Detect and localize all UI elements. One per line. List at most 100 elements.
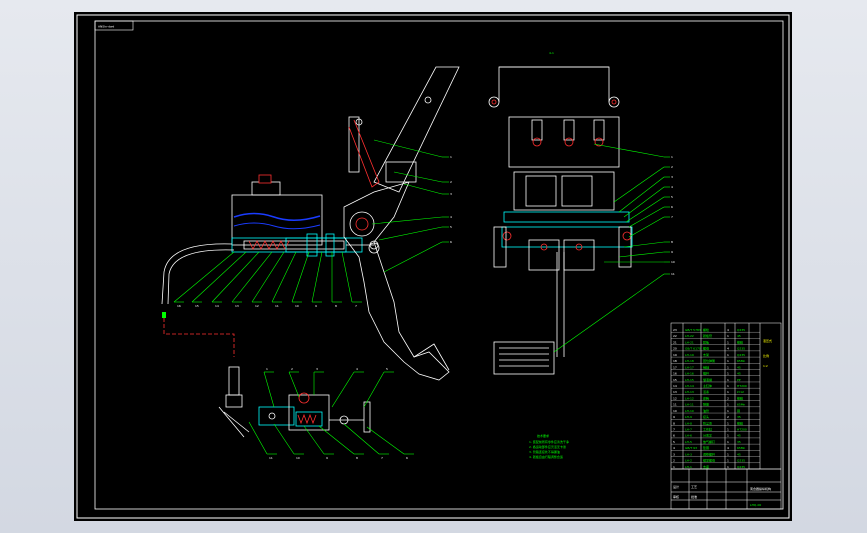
parts-table-rows: 23 GB/T 5783 螺栓 4 Q23522 LH-22 踏板臂 1 4521 LH-21 踏板… (671, 327, 760, 470)
master-cylinder (231, 174, 379, 257)
parts-cell: LH-7 (685, 427, 692, 431)
callout-right-9: 9 (671, 250, 673, 254)
callout-right-7: 7 (671, 215, 673, 219)
callout-pedal-2: 2 (450, 180, 452, 184)
side-label-1: 液压式 (763, 338, 772, 343)
title-block-cell-4: 批准 (691, 494, 697, 499)
parts-cell: 2 (727, 396, 729, 400)
parts-cell: 1 (727, 434, 729, 438)
parts-cell: 35 (737, 440, 741, 444)
parts-cell: LH-2 (685, 459, 692, 463)
parts-cell: 1 (727, 384, 729, 388)
parts-cell: 螺栓 (703, 327, 709, 332)
callout-leaders (173, 139, 670, 455)
callout-bottom-13: 13 (235, 304, 239, 308)
parts-cell: 20 (673, 347, 677, 351)
parts-cell: Q235 (737, 353, 745, 357)
parts-cell: 1 (727, 372, 729, 376)
parts-cell: 4 (727, 347, 729, 351)
parts-cell: 工作缸 (703, 426, 712, 431)
parts-cell: 45 (737, 365, 741, 369)
callout-right-2: 2 (671, 165, 673, 169)
parts-cell: 1 (727, 334, 729, 338)
callout-bottom-8: 8 (335, 304, 337, 308)
drawing-sheet[interactable]: ANSIn-dwd 4-1 1 2 3 4 5 6 7 8 9 10 11 1 … (74, 12, 792, 521)
parts-cell: GB/T 93 (685, 446, 697, 450)
parts-cell: 3 (673, 452, 675, 456)
parts-cell: LH-8 (685, 421, 692, 425)
parts-cell: 1 (727, 459, 729, 463)
parts-cell: 回位弹簧 (703, 358, 715, 363)
parts-cell: 1 (727, 409, 729, 413)
parts-cell: 螺母 (703, 346, 709, 351)
parts-cell: 21 (673, 340, 677, 344)
parts-cell: 1 (727, 427, 729, 431)
callout-bottom-16: 16 (177, 304, 181, 308)
cad-viewport[interactable]: ANSIn-dwd 4-1 1 2 3 4 5 6 7 8 9 10 11 1 … (0, 0, 867, 533)
parts-cell: 12 (673, 396, 677, 400)
callout-pedal-6: 6 (450, 240, 452, 244)
callout-lower-11: 11 (269, 456, 273, 460)
parts-cell: 弹簧 (703, 402, 709, 407)
parts-cell: GB/T 5783 (685, 328, 701, 332)
parts-cell: 17 (673, 365, 677, 369)
parts-cell: 1 (727, 340, 729, 344)
parts-cell: LH-18 (685, 359, 694, 363)
parts-cell: 1 (727, 465, 729, 469)
parts-cell: Q235 (737, 347, 745, 351)
parts-cell: LH-15 (685, 378, 694, 382)
parts-cell: LY12 (737, 390, 744, 394)
parts-cell: 45 (737, 434, 741, 438)
parts-cell: 橡胶 (737, 395, 743, 400)
parts-cell: LH-3 (685, 452, 692, 456)
parts-cell: 65Mn (737, 446, 745, 450)
parts-cell: 1 (673, 465, 675, 469)
parts-cell: Q235 (737, 465, 745, 469)
parts-cell: 45 (737, 372, 741, 376)
callout-lower-1: 1 (266, 367, 268, 371)
title-block-drawing-no: LHQ-00 (750, 503, 761, 507)
parts-cell: 5 (673, 440, 675, 444)
title-block-name: 离合器操纵机构 (750, 486, 771, 491)
parts-cell: 1 (727, 353, 729, 357)
parts-cell: 1 (727, 359, 729, 363)
callout-right-8: 8 (671, 240, 673, 244)
parts-cell: 储液罐 (703, 377, 712, 382)
callout-right-4: 4 (671, 185, 673, 189)
parts-cell: HT200 (737, 427, 747, 431)
parts-cell: 橡胶 (737, 339, 743, 344)
notes-line-4: 4. 踏板自由行程调整合适 (529, 454, 563, 459)
parts-cell: 2 (673, 459, 675, 463)
parts-cell: LH-22 (685, 334, 694, 338)
title-tag-text: ANSIn-dwd (98, 25, 114, 29)
parts-cell: 45 (737, 334, 741, 338)
parts-cell: 皮碗 (703, 395, 709, 400)
parts-cell: 放气螺钉 (703, 439, 715, 444)
hydraulic-hose (161, 243, 233, 305)
callout-right-1: 1 (671, 155, 673, 159)
parts-cell: LH-14 (685, 384, 694, 388)
parts-cell: 锁紧螺母 (703, 458, 715, 463)
parts-cell: 油管 (703, 408, 709, 413)
parts-cell: HT200 (737, 384, 747, 388)
callout-lower-8: 8 (356, 456, 358, 460)
parts-cell: 16 (673, 372, 677, 376)
front-view (488, 66, 633, 375)
parts-cell: LH-17 (685, 365, 694, 369)
parts-cell: LH-19 (685, 353, 694, 357)
parts-cell: 1 (727, 421, 729, 425)
parts-cell: 推杆 (703, 371, 709, 376)
parts-cell: 1 (727, 440, 729, 444)
callout-lower-6: 6 (406, 456, 408, 460)
parts-cell: 支座 (703, 464, 709, 469)
parts-cell: LH-5 (685, 440, 692, 444)
parts-cell: 销轴 (703, 364, 709, 369)
parts-cell: LH-10 (685, 409, 694, 413)
callout-right-6: 6 (671, 205, 673, 209)
parts-cell: 22 (673, 334, 677, 338)
callout-lower-10: 10 (296, 456, 300, 460)
parts-cell: 19 (673, 353, 677, 357)
parts-cell: LH-12 (685, 396, 694, 400)
callout-right-5: 5 (671, 195, 673, 199)
parts-cell: 分离叉 (703, 433, 712, 438)
